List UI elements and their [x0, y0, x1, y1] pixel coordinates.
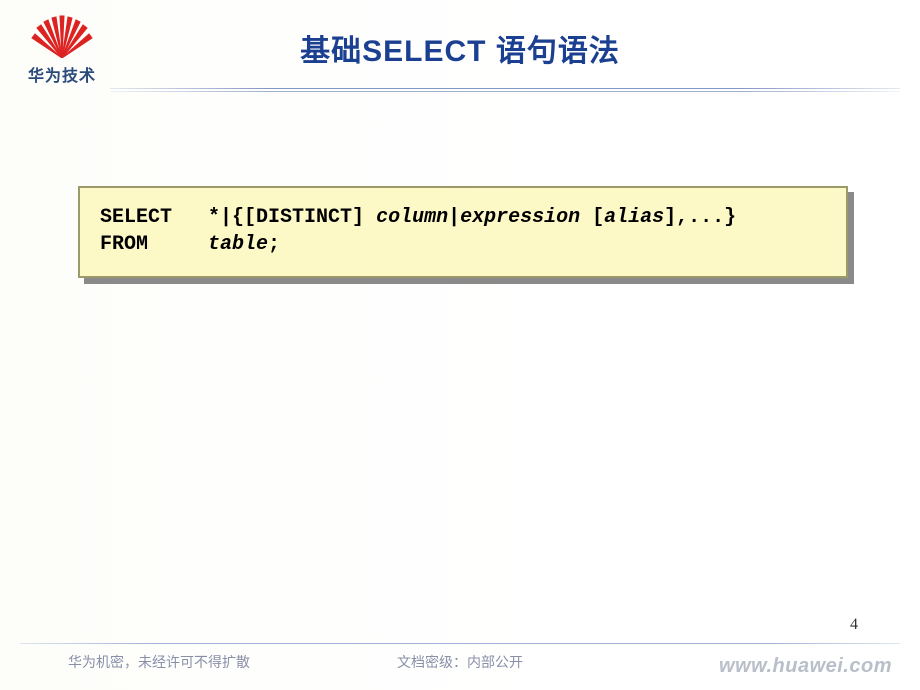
title-divider [110, 88, 900, 92]
code-line-2: FROM table; [100, 231, 826, 258]
placeholder-table: table [208, 233, 268, 256]
keyword-select: SELECT [100, 206, 172, 229]
placeholder-column: column [376, 206, 448, 229]
placeholder-alias: alias [604, 206, 664, 229]
code-box: SELECT *|{[DISTINCT] column|expression [… [78, 186, 848, 278]
keyword-from: FROM [100, 233, 148, 256]
placeholder-expression: expression [460, 206, 580, 229]
slide-title: 基础SELECT 语句语法 [0, 26, 920, 70]
footer-url: www.huawei.com [719, 655, 892, 678]
code-line-1: SELECT *|{[DISTINCT] column|expression [… [100, 204, 826, 231]
page-number: 4 [850, 616, 858, 634]
header: 华为技术 基础SELECT 语句语法 [0, 0, 920, 95]
slide: 华为技术 基础SELECT 语句语法 SELECT *|{[DISTINCT] … [0, 0, 920, 690]
code-block: SELECT *|{[DISTINCT] column|expression [… [78, 186, 848, 278]
footer: 华为机密，未经许可不得扩散 文档密级：内部公开 www.huawei.com [0, 644, 920, 690]
